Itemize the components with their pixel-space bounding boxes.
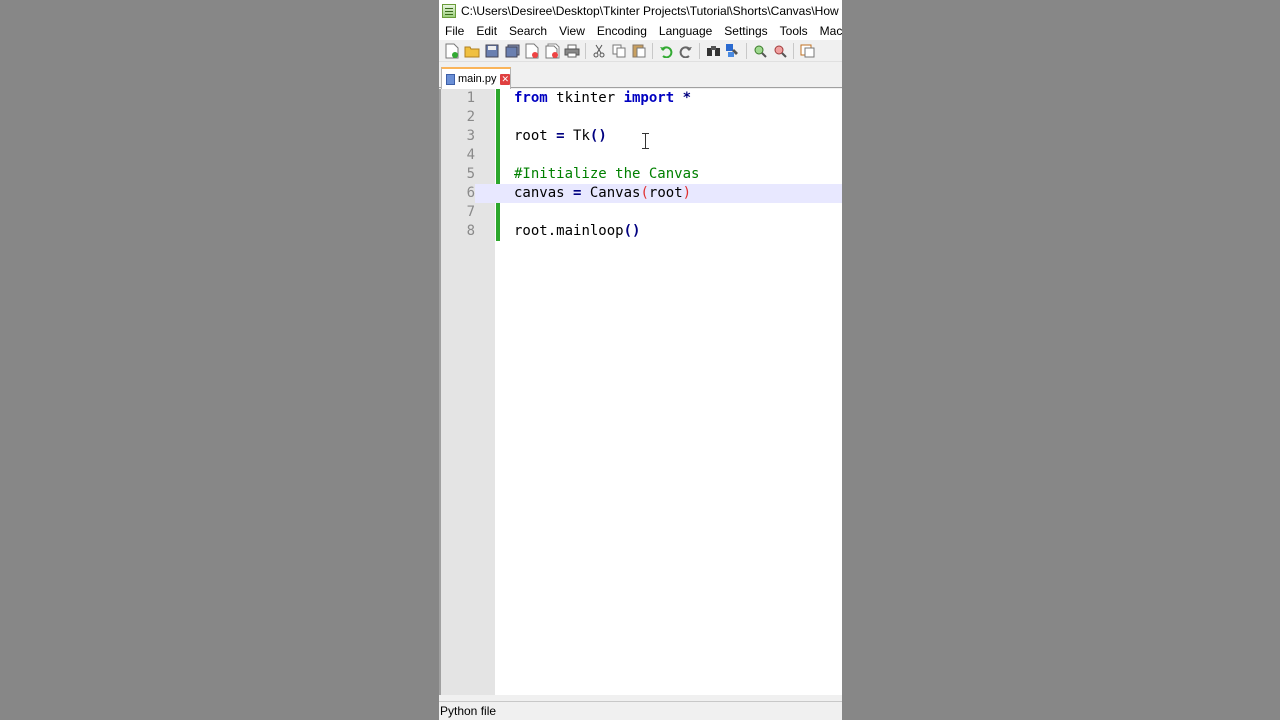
menu-language[interactable]: Language xyxy=(653,24,718,38)
redo-icon[interactable] xyxy=(676,41,696,61)
print-icon[interactable] xyxy=(562,41,582,61)
code-line: 1 from tkinter import * xyxy=(441,89,842,108)
line-number: 6 xyxy=(441,184,475,203)
line-number: 7 xyxy=(466,204,475,220)
toolbar-separator xyxy=(746,42,747,59)
identifier: root xyxy=(648,185,683,201)
title-bar: C:\Users\Desiree\Desktop\Tkinter Project… xyxy=(439,0,842,21)
tab-main-py[interactable]: main.py ✕ xyxy=(441,67,511,89)
operator: . xyxy=(547,223,557,239)
line-number: 4 xyxy=(466,147,475,163)
close-tab-icon[interactable]: ✕ xyxy=(500,73,510,85)
identifier: mainloop xyxy=(556,223,624,239)
identifier: root xyxy=(514,128,557,144)
code-line: 5 #Initialize the Canvas xyxy=(441,165,842,184)
line-content: from tkinter import * xyxy=(514,89,691,108)
brace-match: ( xyxy=(640,185,649,201)
code-line: 2 xyxy=(441,108,842,127)
replace-icon[interactable] xyxy=(723,41,743,61)
save-icon[interactable] xyxy=(482,41,502,61)
keyword: from xyxy=(514,90,548,106)
line-content: root = Tk() xyxy=(514,127,607,146)
toolbar-separator xyxy=(793,42,794,59)
code-editor[interactable]: 1 from tkinter import * 2 3 root = Tk() … xyxy=(439,89,842,695)
menu-macro[interactable]: Macro xyxy=(814,24,842,38)
code-line-current: 6 canvas = Canvas(root) xyxy=(441,184,842,203)
code-line: 7 xyxy=(441,203,842,222)
close-icon[interactable] xyxy=(522,41,542,61)
copy-icon[interactable] xyxy=(609,41,629,61)
close-all-icon[interactable] xyxy=(542,41,562,61)
toolbar-separator xyxy=(585,42,586,59)
menu-search[interactable]: Search xyxy=(503,24,553,38)
find-icon[interactable] xyxy=(703,41,723,61)
identifier: root xyxy=(514,223,548,239)
sync-icon[interactable] xyxy=(797,41,817,61)
operator: () xyxy=(623,223,641,239)
line-number: 8 xyxy=(466,223,475,239)
menu-tools[interactable]: Tools xyxy=(774,24,814,38)
new-icon[interactable] xyxy=(442,41,462,61)
operator: () xyxy=(589,128,607,144)
identifier: canvas xyxy=(514,185,574,201)
line-content: root.mainloop() xyxy=(514,222,640,241)
status-bar: Python file xyxy=(439,701,842,720)
tab-bar: main.py ✕ xyxy=(439,63,842,89)
paste-icon[interactable] xyxy=(629,41,649,61)
toolbar-separator xyxy=(652,42,653,59)
file-type-label: Python file xyxy=(440,704,497,718)
brace-match: ) xyxy=(682,185,692,201)
operator: * xyxy=(682,90,692,106)
line-number: 2 xyxy=(466,109,475,125)
window-title: C:\Users\Desiree\Desktop\Tkinter Project… xyxy=(461,3,842,18)
line-number: 5 xyxy=(466,166,475,182)
toolbar-separator xyxy=(699,42,700,59)
line-number: 1 xyxy=(466,90,475,106)
file-icon xyxy=(446,73,455,85)
comment: #Initialize the Canvas xyxy=(514,166,700,182)
notepadpp-logo-icon xyxy=(442,3,456,18)
code-line: 8 root.mainloop() xyxy=(441,222,842,241)
menu-encoding[interactable]: Encoding xyxy=(591,24,653,38)
keyword: import xyxy=(623,90,675,106)
zoom-in-icon[interactable] xyxy=(750,41,770,61)
notepadpp-window: C:\Users\Desiree\Desktop\Tkinter Project… xyxy=(439,0,842,720)
cut-icon[interactable] xyxy=(589,41,609,61)
toolbar xyxy=(439,40,842,62)
zoom-out-icon[interactable] xyxy=(770,41,790,61)
menu-edit[interactable]: Edit xyxy=(470,24,503,38)
undo-icon[interactable] xyxy=(656,41,676,61)
code-line: 3 root = Tk() xyxy=(441,127,842,146)
tab-label: main.py xyxy=(457,73,497,85)
save-all-icon[interactable] xyxy=(502,41,522,61)
line-content: canvas = Canvas(root) xyxy=(514,184,691,203)
identifier: Canvas xyxy=(581,185,641,201)
line-number: 3 xyxy=(466,128,475,144)
menu-settings[interactable]: Settings xyxy=(718,24,773,38)
mouse-ibeam-cursor-icon xyxy=(642,133,649,149)
identifier: Tk xyxy=(564,128,590,144)
menu-file[interactable]: File xyxy=(439,24,470,38)
open-icon[interactable] xyxy=(462,41,482,61)
menu-bar: File Edit Search View Encoding Language … xyxy=(439,21,842,40)
menu-view[interactable]: View xyxy=(553,24,591,38)
identifier: tkinter xyxy=(547,90,624,106)
operator: = xyxy=(556,128,565,144)
